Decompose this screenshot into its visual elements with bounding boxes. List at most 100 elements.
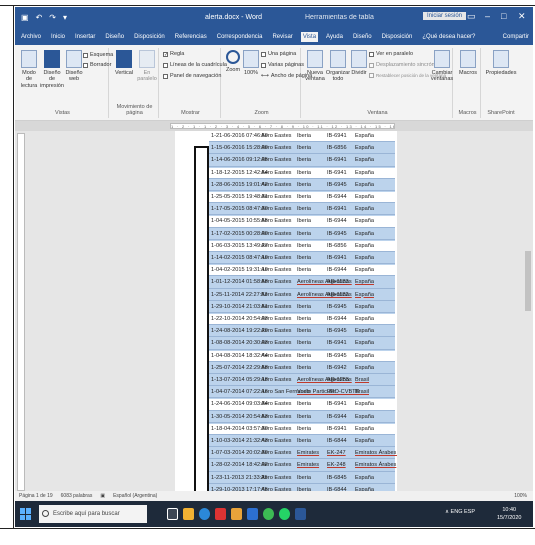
draft-option[interactable]: Borrador [83, 62, 111, 68]
save-icon[interactable]: ▣ [21, 13, 29, 22]
tab-inicio[interactable]: Inicio [49, 32, 67, 42]
zoom-100-button[interactable]: 100% [243, 50, 259, 76]
table-row[interactable]: 1-07-03-2014 20:02:39 Aero Eastes Emirates… [209, 448, 397, 460]
tab-disposicion[interactable]: Disposición [132, 32, 167, 42]
navigation-pane-checkbox[interactable] [163, 73, 168, 79]
properties-button[interactable]: Propiedades [486, 50, 516, 76]
restore-button[interactable]: □ [501, 11, 506, 21]
view-side-by-side-button[interactable]: Ver en paralelo [369, 51, 413, 57]
horizontal-ruler[interactable]: 1 · 2 · 1 · 1 · 2 · 3 · 4 · 5 · 6 · 7 · … [15, 121, 533, 131]
tab-insertar[interactable]: Insertar [73, 32, 97, 42]
system-tray[interactable]: ∧ ENG ESP [445, 509, 475, 515]
gridlines-option[interactable]: Líneas de la cuadrícula [163, 62, 227, 68]
whatsapp-icon[interactable] [279, 508, 290, 520]
customize-dropdown-icon[interactable]: ▾ [63, 13, 67, 22]
outline-checkbox[interactable] [83, 52, 88, 58]
one-page-button[interactable]: Una página [261, 51, 296, 57]
table-row[interactable]: 1-04-07-2014 07:22:16 Aero San Fernando Vu… [209, 387, 395, 399]
table-row[interactable]: 1-10-03-2014 21:32:43 Aero Eastes Iberia IB… [209, 436, 395, 448]
sign-in-button[interactable]: Iniciar sesión [423, 12, 467, 20]
language-indicator[interactable]: Español (Argentina) [113, 491, 157, 501]
tell-me-search[interactable]: ¿Qué desea hacer? [420, 32, 477, 42]
new-window-button[interactable]: Nueva ventana [305, 50, 325, 83]
edge-icon[interactable] [199, 508, 210, 520]
vertical-ruler[interactable] [17, 133, 25, 491]
print-layout-button[interactable]: Diseño de impresión [40, 50, 64, 89]
word-count[interactable]: 6083 palabras [61, 491, 93, 501]
close-button[interactable]: ✕ [518, 11, 526, 22]
table-row[interactable]: 1-14-02-2015 08:47:19 Aero Eastes Iberia IB… [209, 253, 395, 265]
table-row[interactable]: 1-23-11-2013 21:33:25 Aero Eastes Iberia IB… [209, 473, 395, 484]
switch-windows-button[interactable]: Cambiar ventanas [431, 50, 453, 83]
table-row[interactable]: 1-13-07-2014 05:29:18 Aero Eastes Aerolíne… [209, 375, 395, 387]
tab-ayuda[interactable]: Ayuda [324, 32, 345, 42]
table-row[interactable]: 1-17-05-2015 08:47:30 Aero Eastes Iberia IB… [209, 204, 395, 216]
table-row[interactable]: 1-24-08-2014 19:22:29 Aero Eastes Iberia IB… [209, 326, 395, 338]
tab-revisar[interactable]: Revisar [270, 32, 294, 42]
taskbar-search-input[interactable]: Escribe aquí para buscar [39, 505, 147, 523]
table-row[interactable]: 1-17-02-2015 00:28:00 Aero Eastes Iberia IB… [209, 229, 395, 240]
ruler-option[interactable]: ✓ Regla [163, 51, 184, 57]
table-row[interactable]: 1-25-05-2015 19:48:31 Aero Eastes Iberia IB… [209, 192, 395, 204]
ruler-checkbox[interactable]: ✓ [163, 51, 168, 57]
vertical-button[interactable]: Vertical [113, 50, 135, 76]
chrome-icon[interactable] [263, 508, 274, 520]
tab-vista[interactable]: Vista [300, 32, 319, 42]
document-page[interactable]: 1-21-06-2016 07:46:59 Aero Eastes Iberia IB… [175, 131, 397, 497]
tab-diseno[interactable]: Diseño [103, 32, 126, 42]
multiple-pages-button[interactable]: Varias páginas [261, 62, 304, 68]
table-row[interactable]: 1-24-06-2014 09:03:34 Aero Eastes Iberia IB… [209, 399, 395, 411]
word-taskbar-icon[interactable] [295, 508, 306, 520]
zoom-level[interactable]: 100% [514, 491, 533, 501]
ribbon-display-icon[interactable]: ▭ [467, 11, 476, 22]
scrollbar-thumb[interactable] [525, 251, 531, 311]
tab-table-layout[interactable]: Disposición [380, 32, 415, 42]
read-mode-button[interactable]: Modo de lectura [19, 50, 39, 89]
table-row[interactable]: 1-28-02-2014 18:42:02 Aero Eastes Emirates… [209, 460, 396, 472]
proofing-icon[interactable]: ▣ [100, 491, 105, 501]
table-row[interactable]: 1-04-05-2015 10:55:55 Aero Eastes Iberia IB… [209, 216, 395, 228]
table-row[interactable]: 1-21-06-2016 07:46:59 Aero Eastes Iberia IB… [209, 131, 395, 143]
table-row[interactable]: 1-25-11-2014 22:27:53 Aero Eastes Aerolíne… [209, 290, 395, 301]
gridlines-checkbox[interactable] [163, 62, 168, 68]
table-row[interactable]: 1-18-12-2015 12:42:54 Aero Eastes Iberia IB… [209, 167, 395, 179]
table-row[interactable]: 1-15-06-2016 15:28:09 Aero Eastes Iberia IB… [209, 143, 395, 155]
zoom-button[interactable]: Zoom [225, 50, 241, 73]
redo-icon[interactable]: ↷ [49, 13, 56, 22]
page-count[interactable]: Página 1 de 19 [19, 491, 53, 501]
acrobat-icon[interactable] [215, 508, 226, 520]
clock[interactable]: 10:40 15/7/2020 [497, 506, 521, 522]
table-row[interactable]: 1-18-04-2014 03:57:30 Aero Eastes Iberia IB… [209, 423, 395, 435]
outline-option[interactable]: Esquema [83, 52, 113, 58]
navigation-pane-option[interactable]: Panel de navegación [163, 73, 221, 79]
undo-icon[interactable]: ↶ [36, 13, 43, 22]
draft-checkbox[interactable] [83, 62, 88, 68]
task-view-icon[interactable] [167, 508, 178, 520]
table-row[interactable]: 1-08-08-2014 20:30:03 Aero Eastes Iberia IB… [209, 338, 395, 350]
table-row[interactable]: 1-04-08-2014 18:32:44 Aero Eastes Iberia IB… [209, 350, 395, 362]
share-button[interactable]: Compartir [503, 34, 533, 40]
tab-archivo[interactable]: Archivo [19, 32, 43, 42]
table-row[interactable]: 1-04-02-2015 19:31:19 Aero Eastes Iberia IB… [209, 265, 395, 277]
vertical-scrollbar[interactable] [523, 131, 533, 491]
file-explorer-icon[interactable] [183, 508, 194, 520]
split-button[interactable]: Dividir [351, 50, 367, 76]
table-row[interactable]: 1-14-06-2016 09:12:05 Aero Eastes Iberia IB… [209, 155, 395, 167]
tab-referencias[interactable]: Referencias [173, 32, 209, 42]
table-row[interactable]: 1-28-06-2015 19:01:42 Aero Eastes Iberia IB… [209, 180, 395, 191]
vlc-icon[interactable] [231, 508, 242, 520]
tab-table-design[interactable]: Diseño [351, 32, 374, 42]
side-to-side-button[interactable]: En paralelo [136, 50, 158, 83]
table-row[interactable]: 1-22-10-2014 20:54:03 Aero Eastes Iberia IB… [209, 314, 395, 326]
table-row[interactable]: 1-01-12-2014 01:58:58 Aero Eastes Aerolíne… [209, 277, 395, 289]
table-row[interactable]: 1-06-03-2015 13:49:27 Aero Eastes Iberia IB… [209, 240, 395, 252]
minimize-button[interactable]: – [485, 11, 490, 21]
arrange-all-button[interactable]: Organizar todo [326, 50, 350, 83]
table-row[interactable]: 1-25-07-2014 22:29:58 Aero Eastes Iberia IB… [209, 363, 395, 374]
tab-correspondencia[interactable]: Correspondencia [215, 32, 265, 42]
table-row[interactable]: 1-29-10-2014 21:03:51 Aero Eastes Iberia IB… [209, 302, 395, 313]
app-icon[interactable] [247, 508, 258, 520]
windows-start-icon[interactable] [20, 508, 32, 520]
web-layout-button[interactable]: Diseño web [65, 50, 83, 83]
table-row[interactable]: 1-30-05-2014 20:54:53 Aero Eastes Iberia IB… [209, 412, 395, 423]
